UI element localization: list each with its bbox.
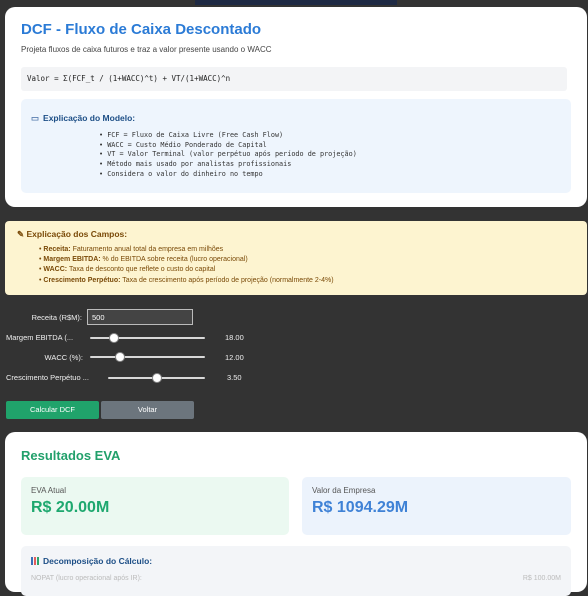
margem-ebitda-slider[interactable] [90, 333, 205, 343]
slider-thumb[interactable] [115, 352, 125, 362]
list-item: VT = Valor Terminal (valor perpétuo após… [99, 150, 357, 160]
model-explanation-list: FCF = Fluxo de Caixa Livre (Free Cash Fl… [99, 131, 357, 180]
wacc-slider[interactable] [90, 352, 205, 362]
breakdown-row-value: R$ 100.00M [522, 575, 561, 582]
slider-thumb[interactable] [109, 333, 119, 343]
eva-label: EVA Atual [31, 486, 66, 495]
list-item: FCF = Fluxo de Caixa Livre (Free Cash Fl… [99, 131, 357, 141]
receita-input[interactable] [87, 309, 193, 325]
help-text: % do EBITDA sobre receita (lucro operaci… [102, 256, 248, 264]
help-term: Crescimento Perpétuo: [43, 276, 121, 284]
fields-help-header: ✎ Explicação dos Campos: [17, 229, 127, 240]
help-term: Margem EBITDA: [43, 256, 101, 264]
wacc-value: 12.00 [225, 353, 244, 362]
list-item: Crescimento Perpétuo: Taxa de cresciment… [39, 276, 334, 286]
help-text: Faturamento anual total da empresa em mi… [72, 246, 224, 253]
fields-help-list: Receita: Faturamento anual total da empr… [39, 245, 334, 286]
results-title: Resultados EVA [21, 448, 121, 463]
help-text: Taxa de desconto que reflete o custo do … [68, 266, 216, 274]
book-icon: ▭ [31, 113, 40, 123]
model-explanation-title: Explicação do Modelo: [43, 113, 136, 123]
breakdown-header: Decomposição do Cálculo: [31, 556, 152, 566]
wacc-label: WACC (%): [44, 353, 83, 362]
eva-metric-card: EVA Atual R$ 20.00M [21, 477, 289, 535]
breakdown-row-label: NOPAT (lucro operacional após IR): [31, 575, 142, 582]
model-explanation-header: ▭ Explicação do Modelo: [31, 113, 135, 124]
list-item: WACC: Taxa de desconto que reflete o cus… [39, 265, 334, 275]
model-explanation-box: ▭Explicação do Modelo: FCF = Fluxo de Ca… [21, 99, 571, 193]
list-item: Método mais usado por analistas profissi… [99, 160, 357, 170]
list-item: WACC = Custo Médio Ponderado de Capital [99, 141, 357, 151]
dcf-subtitle: Projeta fluxos de caixa futuros e traz a… [21, 45, 272, 54]
calculation-breakdown: Decomposição do Cálculo: NOPAT (lucro op… [21, 546, 571, 596]
margem-ebitda-value: 18.00 [225, 333, 244, 342]
slider-track [90, 337, 205, 339]
dcf-formula: Valor = Σ(FCF_t / (1+WACC)^t) + VT/(1+WA… [21, 67, 567, 91]
margem-ebitda-label: Margem EBITDA (... [6, 333, 74, 342]
crescimento-perpetuo-label: Crescimento Perpétuo ... [6, 373, 89, 382]
breakdown-title: Decomposição do Cálculo: [43, 556, 153, 566]
list-item: Margem EBITDA: % do EBITDA sobre receita… [39, 255, 334, 265]
crescimento-perpetuo-value: 3.50 [227, 373, 242, 382]
fields-help-title: Explicação dos Campos: [26, 229, 128, 239]
back-button[interactable]: Voltar [101, 401, 194, 419]
slider-thumb[interactable] [152, 373, 162, 383]
crescimento-perpetuo-slider[interactable] [108, 373, 205, 383]
company-value-amount: R$ 1094.29M [312, 499, 409, 516]
results-card: Resultados EVA EVA Atual R$ 20.00M Valor… [5, 432, 587, 596]
slider-track [90, 356, 205, 358]
memo-icon: ✎ [17, 229, 25, 239]
company-value-card: Valor da Empresa R$ 1094.29M [302, 477, 571, 535]
receita-label: Receita (R$M): [31, 313, 82, 322]
company-value-label: Valor da Empresa [312, 486, 376, 495]
list-item: Considera o valor do dinheiro no tempo [99, 170, 357, 180]
help-term: Receita: [43, 246, 71, 253]
help-text: Taxa de crescimento após período de proj… [122, 276, 334, 284]
dcf-title: DCF - Fluxo de Caixa Descontado [21, 21, 262, 38]
list-item: Receita: Faturamento anual total da empr… [39, 245, 334, 255]
bar-chart-icon [31, 557, 39, 565]
help-term: WACC: [43, 266, 68, 274]
dcf-info-card: DCF - Fluxo de Caixa Descontado Projeta … [5, 7, 587, 207]
top-tab-bar [195, 0, 397, 5]
calculate-dcf-button[interactable]: Calcular DCF [6, 401, 99, 419]
fields-help-box: ✎ Explicação dos Campos: Receita: Fatura… [5, 221, 587, 295]
eva-value: R$ 20.00M [31, 499, 110, 516]
